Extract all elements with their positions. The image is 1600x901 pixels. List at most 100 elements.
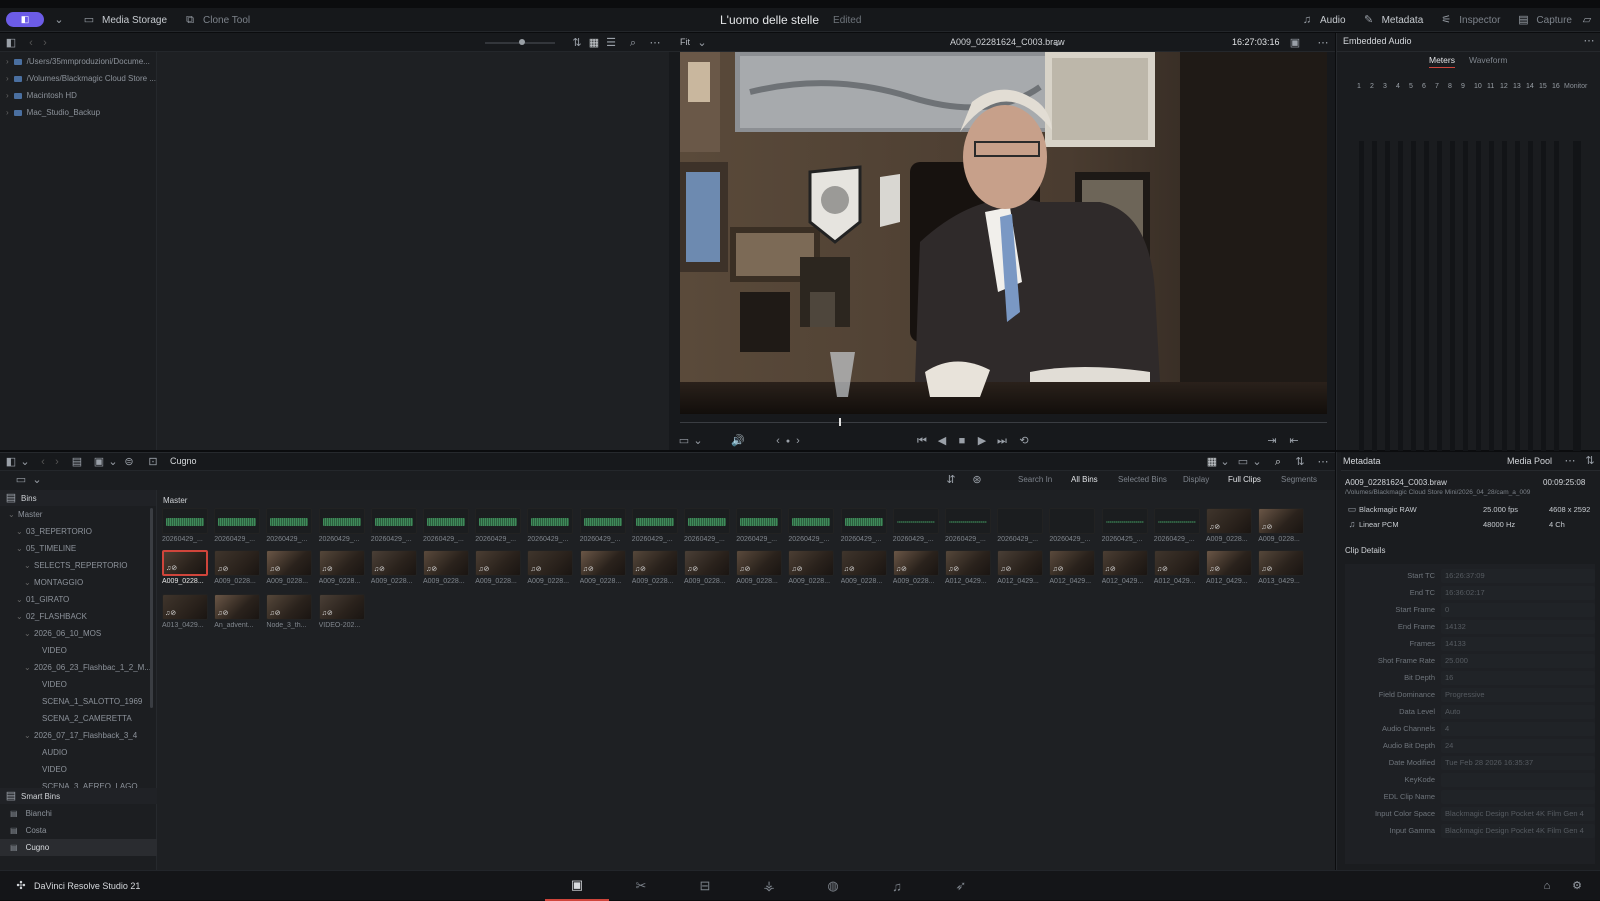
forward-arrow-icon[interactable]: › — [50, 455, 64, 469]
clip-thumbnail[interactable]: ♫⊘ A009_0228... — [631, 550, 678, 585]
clip-thumbnail[interactable]: ♫⊘ A013_0429... — [1258, 550, 1305, 585]
loop-icon[interactable]: ⟲ — [1017, 434, 1031, 448]
metadata-field-value[interactable]: Tue Feb 28 2026 16:35:37 — [1441, 755, 1595, 770]
clip-thumbnail[interactable]: 20260425_... — [1101, 508, 1148, 543]
clip-thumbnail[interactable]: ♫⊘ A009_0228... — [684, 550, 730, 585]
capture-panel-button[interactable]: ▤ Capture — [1508, 8, 1580, 32]
clip-thumbnail[interactable]: ♫⊘ A012_0429... — [1101, 550, 1148, 585]
media-pool-dropdown[interactable]: Media Pool — [1507, 456, 1552, 466]
metadata-field-value[interactable]: 16 — [1441, 670, 1595, 685]
deliver-page-tab[interactable]: ➶ — [929, 871, 993, 901]
home-icon[interactable]: ⌂ — [1540, 879, 1554, 893]
clip-thumbnail[interactable]: ♫⊘ A009_0228... — [892, 550, 939, 585]
clip-thumbnail[interactable]: ♫⊘ A012_0429... — [1206, 550, 1252, 585]
metadata-field-value[interactable]: 4 — [1441, 721, 1595, 736]
chevron-down-icon[interactable]: ⌄ — [16, 544, 26, 553]
more-options-icon[interactable]: ⋯ — [1316, 36, 1330, 50]
clip-thumbnail[interactable]: 20260429_... — [997, 508, 1044, 543]
clip-thumbnail[interactable]: ♫⊘ A009_0228... — [370, 550, 417, 585]
metadata-field-value[interactable]: Progressive — [1441, 687, 1595, 702]
viewer-scrubber[interactable] — [680, 418, 1327, 426]
chevron-down-icon[interactable]: ⌄ — [18, 455, 32, 469]
bin-item[interactable]: VIDEO — [0, 761, 156, 778]
sort-icon[interactable]: ⇅ — [1583, 454, 1597, 468]
clip-thumbnail[interactable]: 20260429_... — [423, 508, 469, 543]
playhead[interactable] — [839, 418, 841, 426]
chevron-down-icon[interactable]: ⌄ — [24, 629, 34, 638]
chevron-down-icon[interactable]: ⌄ — [24, 578, 34, 587]
media-page-tab[interactable]: ▣ — [545, 871, 609, 901]
storage-location[interactable]: › /Users/35mmproduzioni/Docume... — [0, 53, 156, 70]
metadata-field-value[interactable] — [1441, 789, 1595, 804]
panel-toggle-icon[interactable]: ◧ — [4, 455, 18, 469]
chevron-right-icon[interactable]: › — [6, 91, 9, 100]
chevron-down-icon[interactable]: ⌄ — [16, 612, 26, 621]
clip-thumbnail[interactable]: ♫⊘ A009_0228... — [736, 550, 783, 585]
clip-thumbnail[interactable]: 20260429_... — [1049, 508, 1096, 543]
bin-item[interactable]: SCENA_3_AEREO_LAGO — [0, 778, 156, 788]
clip-thumbnail[interactable]: ♫⊘ A009_0228... — [527, 550, 574, 585]
metadata-field-value[interactable]: 24 — [1441, 738, 1595, 753]
panel-toggle-icon[interactable]: ◧ — [4, 36, 18, 50]
clip-thumbnail[interactable]: ♫⊘ A009_0228... — [579, 550, 626, 585]
inspector-panel-button[interactable]: ⚟ Inspector — [1431, 8, 1508, 32]
bin-item[interactable]: VIDEO — [0, 676, 156, 693]
stop-icon[interactable]: ■ — [955, 434, 969, 448]
audio-panel-button[interactable]: ♫ Audio — [1292, 8, 1354, 32]
metadata-field-value[interactable]: 16:36:02:17 — [1441, 585, 1595, 600]
clip-thumbnail[interactable]: ♫⊘ A009_0228... — [162, 550, 208, 585]
thumbnail-size-slider[interactable] — [485, 39, 555, 45]
clip-thumbnail[interactable]: 20260429_... — [1153, 508, 1200, 543]
smart-bin-item[interactable]: ▤ Bianchi — [0, 805, 157, 822]
bin-item[interactable]: ⌄ 02_FLASHBACK — [0, 608, 156, 625]
segments-option[interactable]: Segments — [1281, 475, 1317, 484]
clip-thumbnail[interactable]: 20260429_... — [684, 508, 730, 543]
back-arrow-icon[interactable]: ‹ — [24, 36, 38, 50]
bin-item[interactable]: ⌄ 01_GIRATO — [0, 591, 156, 608]
back-arrow-icon[interactable]: ‹ — [36, 455, 50, 469]
clip-thumbnail[interactable]: ♫⊘ A012_0429... — [945, 550, 991, 585]
clip-thumbnail[interactable]: 20260429_... — [214, 508, 261, 543]
clip-thumbnail[interactable]: ♫⊘ A009_0228... — [475, 550, 522, 585]
search-icon[interactable]: ⌕ — [1271, 455, 1285, 469]
chevron-down-icon[interactable]: ⌄ — [30, 473, 44, 487]
filter-options-icon[interactable]: ⇵ — [944, 473, 958, 487]
chevron-down-icon[interactable]: ⌄ — [16, 527, 26, 536]
clip-thumbnail[interactable]: ♫⊘ An_advent... — [214, 594, 261, 629]
chevron-down-icon[interactable]: ⌄ — [24, 561, 34, 570]
new-bin-icon[interactable]: ▤ — [70, 455, 84, 469]
viewer-mode-icon[interactable]: ▭ — [677, 434, 691, 448]
metadata-field-value[interactable]: Blackmagic Design Pocket 4K Film Gen 4 — [1441, 823, 1595, 838]
edit-page-tab[interactable]: ⊟ — [673, 871, 737, 901]
clip-thumbnail[interactable]: ♫⊘ A009_0228... — [318, 550, 365, 585]
bin-item[interactable]: ⌄ MONTAGGIO — [0, 574, 156, 591]
go-to-start-icon[interactable]: ⏮ — [915, 434, 929, 448]
bin-item[interactable]: ⌄ 2026_06_23_Flashbac_1_2_M... — [0, 659, 156, 676]
chevron-down-icon[interactable]: ⌄ — [1218, 455, 1232, 469]
viewer-options-icon[interactable]: ▣ — [1288, 36, 1302, 50]
storage-location[interactable]: › Macintosh HD — [0, 87, 156, 104]
clip-thumbnail[interactable]: ♫⊘ A009_0228... — [840, 550, 887, 585]
clip-thumbnail[interactable]: 20260429_... — [840, 508, 887, 543]
viewer-fit-dropdown[interactable]: Fit — [680, 37, 690, 47]
thumbnail-view-icon[interactable]: ▦ — [1205, 455, 1219, 469]
metadata-field-value[interactable]: Auto — [1441, 704, 1595, 719]
all-bins-option[interactable]: All Bins — [1071, 475, 1098, 484]
metadata-field-value[interactable]: 25.000 — [1441, 653, 1595, 668]
full-clips-option[interactable]: Full Clips — [1228, 475, 1261, 484]
chat-icon[interactable]: ▱ — [1580, 13, 1594, 27]
bin-item[interactable]: VIDEO — [0, 642, 156, 659]
clip-thumbnail[interactable]: ♫⊘ A012_0429... — [1049, 550, 1096, 585]
thumbnail-view-icon[interactable]: ▦ — [587, 36, 601, 50]
clip-thumbnail[interactable]: ♫⊘ VIDEO-202... — [318, 594, 365, 629]
metadata-field-value[interactable]: 14133 — [1441, 636, 1595, 651]
clip-thumbnail[interactable]: 20260429_... — [318, 508, 365, 543]
chevron-right-icon[interactable]: › — [6, 74, 9, 83]
smart-bin-item[interactable]: ▤ Cugno — [0, 839, 157, 856]
go-to-end-icon[interactable]: ⏭ — [995, 434, 1009, 448]
chevron-down-icon[interactable]: ⌄ — [16, 595, 26, 604]
clip-thumbnail[interactable]: ♫⊘ A009_0228... — [1206, 508, 1252, 543]
clip-thumbnail[interactable]: ♫⊘ A009_0228... — [1258, 508, 1305, 543]
clip-thumbnail[interactable]: ♫⊘ A009_0228... — [788, 550, 835, 585]
gear-icon[interactable]: ⚙ — [1570, 879, 1584, 893]
